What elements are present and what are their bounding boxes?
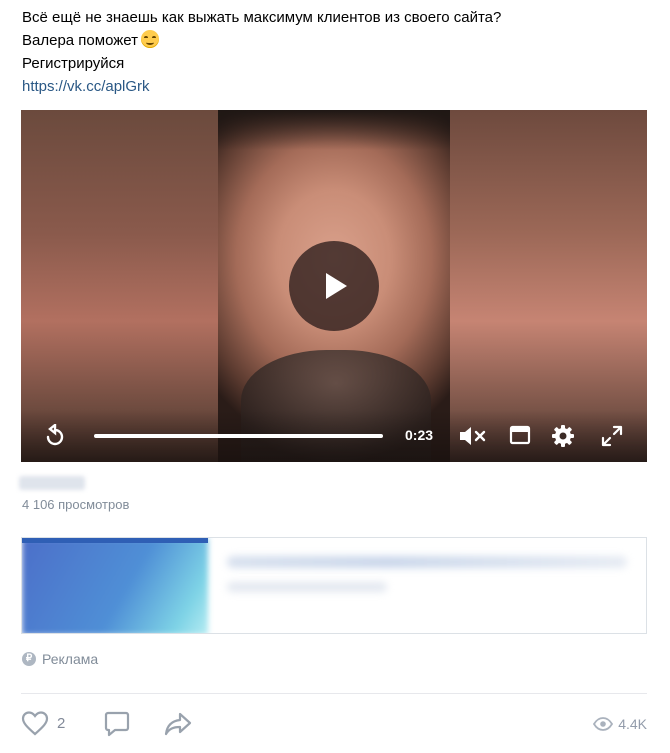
views-counter: 4.4K: [593, 716, 647, 732]
video-controls: 0:23: [21, 410, 647, 462]
comment-button[interactable]: [103, 710, 131, 743]
eye-icon: [593, 717, 614, 731]
divider: [21, 693, 647, 694]
author-name-blurred: [19, 476, 85, 490]
time-label: 0:23: [405, 427, 434, 443]
post-link[interactable]: https://vk.cc/aplGrk: [22, 78, 150, 95]
video-views: 4 106 просмотров: [22, 497, 130, 512]
post-line-2-text: Валера поможет: [22, 32, 138, 49]
replay-icon[interactable]: [43, 424, 67, 448]
ad-image: [22, 538, 208, 633]
ad-label: ₽ Реклама: [22, 651, 98, 667]
share-button[interactable]: [163, 710, 193, 743]
post-line-1: Всё ещё не знаешь как выжать максимум кл…: [22, 9, 502, 26]
ad-label-text: Реклама: [42, 651, 99, 667]
post-line-3: Регистрируйся: [22, 55, 125, 72]
views-count: 4.4K: [618, 716, 647, 732]
ad-card[interactable]: [21, 537, 647, 634]
like-count: 2: [57, 714, 66, 732]
settings-icon[interactable]: [551, 424, 575, 448]
post-actions: 2 4.4K: [21, 710, 647, 740]
ad-text-blurred: [227, 556, 627, 568]
post-text: Всё ещё не знаешь как выжать максимум кл…: [22, 6, 652, 98]
ruble-icon: ₽: [22, 652, 36, 666]
play-icon: [326, 273, 347, 299]
heart-icon: [21, 711, 49, 736]
progress-bar[interactable]: [94, 434, 383, 438]
like-button[interactable]: 2: [21, 710, 65, 736]
video-player[interactable]: 0:23: [21, 110, 647, 462]
mute-icon[interactable]: [458, 424, 488, 448]
fullscreen-icon[interactable]: [600, 424, 624, 448]
comment-icon: [104, 711, 130, 737]
play-button[interactable]: [289, 241, 379, 331]
post-line-2: Валера поможет: [22, 29, 652, 52]
smile-emoji-icon: [141, 30, 159, 48]
miniplayer-icon[interactable]: [509, 424, 531, 446]
share-icon: [164, 712, 192, 736]
